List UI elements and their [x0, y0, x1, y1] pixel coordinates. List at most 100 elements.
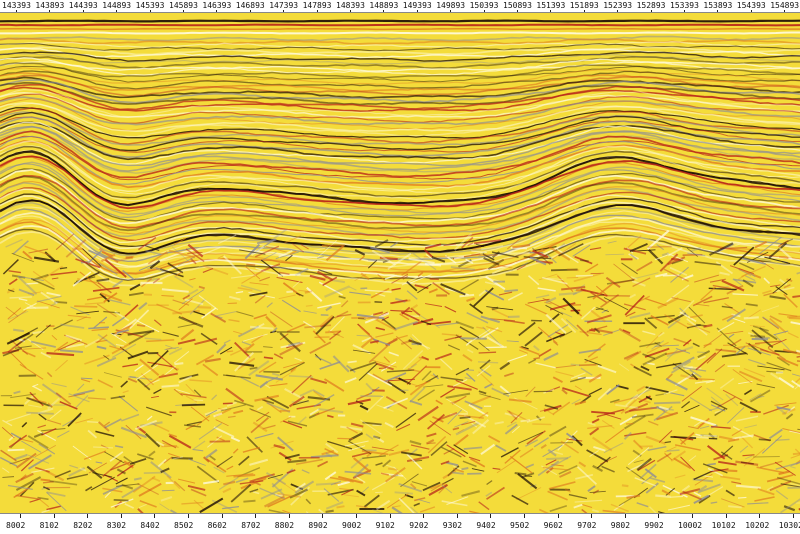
tick-mark — [450, 10, 451, 12]
tick-label: 149893 — [436, 2, 465, 10]
tick-mark — [584, 10, 585, 12]
reflector-segment — [507, 253, 530, 254]
tick-label: 154893 — [770, 2, 799, 10]
reflector-segment — [479, 352, 496, 353]
reflector-segment — [286, 292, 293, 293]
reflector-segment — [738, 497, 746, 498]
tick-mark — [289, 514, 290, 518]
tick-label: 143893 — [35, 2, 64, 10]
tick-label: 152393 — [603, 2, 632, 10]
tick-mark — [658, 514, 659, 518]
tick-mark — [726, 514, 727, 518]
reflector-segment — [576, 275, 593, 276]
reflector-segment — [460, 417, 471, 418]
reflector-segment — [72, 249, 82, 250]
tick-label: 8802 — [275, 522, 294, 530]
tick-label: 146393 — [202, 2, 231, 10]
tick-mark — [558, 514, 559, 518]
tick-mark — [524, 514, 525, 518]
reflector-segment — [485, 347, 507, 348]
reflector-segment — [337, 438, 353, 439]
tick-mark — [684, 10, 685, 12]
reflector-segment — [26, 283, 39, 284]
tick-mark — [759, 514, 760, 518]
tick-mark — [322, 514, 323, 518]
tick-label: 10102 — [712, 522, 736, 530]
reflector-segment — [550, 443, 573, 444]
tick-label: 150393 — [470, 2, 499, 10]
tick-mark — [183, 10, 184, 12]
reflector-segment — [348, 361, 357, 362]
tick-mark — [617, 10, 618, 12]
reflector-segment — [655, 496, 670, 497]
reflector-segment — [789, 318, 800, 319]
reflector-segment — [515, 473, 527, 474]
reflector-segment — [532, 424, 551, 425]
reflector-segment — [194, 400, 204, 401]
reflector-segment — [388, 469, 397, 470]
reflector-segment — [306, 305, 313, 306]
reflector-line — [0, 32, 800, 33]
tick-label: 147893 — [303, 2, 332, 10]
tick-label: 153393 — [670, 2, 699, 10]
tick-mark — [222, 514, 223, 518]
reflector-segment — [326, 511, 334, 512]
tick-label: 8102 — [40, 522, 59, 530]
reflector-segment — [567, 269, 579, 270]
reflector-segment — [198, 307, 212, 308]
tick-mark — [49, 10, 50, 12]
tick-label: 149393 — [403, 2, 432, 10]
tick-label: 152893 — [637, 2, 666, 10]
reflector-segment — [461, 338, 487, 339]
reflector-segment — [8, 450, 25, 451]
reflector-line — [0, 25, 800, 26]
reflector-segment — [134, 478, 142, 480]
reflector-segment — [182, 405, 205, 406]
reflector-segment — [81, 378, 93, 379]
tick-mark — [87, 514, 88, 518]
tick-label: 154393 — [737, 2, 766, 10]
reflector-segment — [744, 317, 759, 318]
tick-label: 8302 — [107, 522, 126, 530]
tick-mark — [116, 10, 117, 12]
reflector-segment — [227, 351, 233, 352]
tick-mark — [751, 10, 752, 12]
top-axis: 1433931438931443931448931453931458931463… — [0, 0, 800, 13]
reflector-segment — [580, 260, 589, 261]
reflector-segment — [393, 250, 400, 251]
tick-mark — [423, 514, 424, 518]
tick-mark — [484, 10, 485, 12]
tick-mark — [83, 10, 84, 12]
tick-mark — [784, 10, 785, 12]
reflector-segment — [648, 247, 672, 248]
tick-label: 9502 — [510, 522, 529, 530]
reflector-line — [0, 21, 800, 22]
reflector-segment — [427, 443, 435, 444]
reflector-segment — [465, 370, 474, 371]
reflector-segment — [10, 297, 32, 298]
tick-label: 151393 — [536, 2, 565, 10]
tick-mark — [20, 514, 21, 518]
tick-mark — [150, 10, 151, 12]
tick-label: 153893 — [703, 2, 732, 10]
tick-label: 9302 — [443, 522, 462, 530]
reflector-segment — [430, 279, 439, 280]
reflector-segment — [337, 506, 345, 507]
tick-label: 8502 — [174, 522, 193, 530]
reflector-segment — [751, 336, 766, 337]
reflector-segment — [137, 325, 145, 326]
tick-mark — [692, 514, 693, 518]
tick-mark — [383, 10, 384, 12]
tick-label: 9002 — [342, 522, 361, 530]
tick-mark — [591, 514, 592, 518]
tick-label: 8202 — [73, 522, 92, 530]
bottom-axis: 8002810282028302840285028602870288028902… — [0, 513, 800, 534]
reflector-segment — [667, 450, 680, 451]
tick-label: 10002 — [678, 522, 702, 530]
reflector-segment — [162, 490, 175, 491]
tick-mark — [356, 514, 357, 518]
reflector-segment — [589, 330, 595, 331]
reflector-segment — [379, 368, 386, 369]
reflector-segment — [462, 468, 469, 469]
reflector-segment — [759, 439, 771, 440]
